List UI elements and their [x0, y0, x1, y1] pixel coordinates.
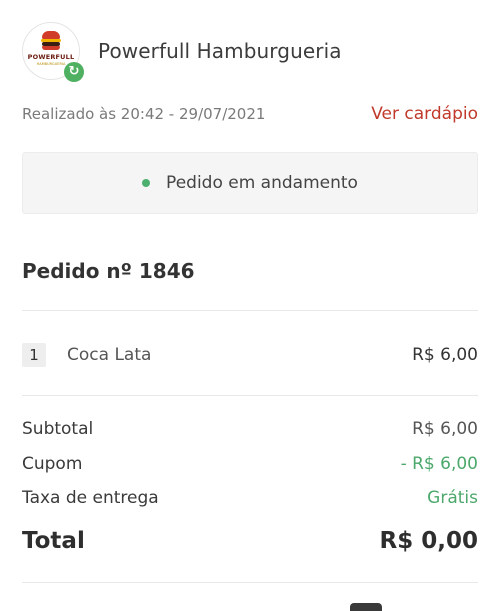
- item-price: R$ 6,00: [412, 345, 478, 365]
- refresh-icon[interactable]: ↻: [64, 62, 84, 82]
- delivery-fee-row: Taxa de entrega Grátis: [22, 488, 478, 508]
- store-logo[interactable]: POWERFULL HAMBURGUERIA ↻: [22, 22, 84, 82]
- delivery-fee-value: Grátis: [427, 488, 478, 508]
- order-status-text: Pedido em andamento: [166, 173, 358, 193]
- item-name: Coca Lata: [67, 345, 152, 365]
- bottom-button[interactable]: [350, 603, 382, 611]
- delivery-fee-label: Taxa de entrega: [22, 488, 159, 508]
- divider: [22, 582, 478, 583]
- order-status-box: Pedido em andamento: [22, 152, 478, 214]
- store-name: Powerfull Hamburgueria: [98, 39, 342, 63]
- subtotal-value: R$ 6,00: [412, 419, 478, 439]
- subtotal-label: Subtotal: [22, 419, 94, 439]
- store-header: POWERFULL HAMBURGUERIA ↻ Powerfull Hambu…: [22, 22, 342, 82]
- logo-brand-text: POWERFULL: [27, 52, 75, 61]
- view-menu-link[interactable]: Ver cardápio: [371, 104, 478, 124]
- coupon-label: Cupom: [22, 454, 83, 474]
- total-row: Total R$ 0,00: [22, 528, 478, 554]
- total-value: R$ 0,00: [379, 528, 478, 554]
- status-dot-icon: [142, 179, 151, 187]
- logo-sub-text: HAMBURGUERIA: [36, 61, 66, 66]
- item-quantity: 1: [22, 343, 46, 367]
- list-item: 1 Coca Lata R$ 6,00: [22, 341, 478, 369]
- coupon-value: - R$ 6,00: [400, 454, 478, 474]
- order-meta: Realizado às 20:42 - 29/07/2021 Ver card…: [22, 104, 478, 124]
- total-label: Total: [22, 528, 85, 554]
- divider: [22, 395, 478, 396]
- burger-icon: [40, 30, 62, 51]
- order-timestamp: Realizado às 20:42 - 29/07/2021: [22, 105, 266, 123]
- order-number-title: Pedido nº 1846: [22, 259, 195, 283]
- subtotal-row: Subtotal R$ 6,00: [22, 419, 478, 439]
- divider: [22, 310, 478, 311]
- coupon-row: Cupom - R$ 6,00: [22, 454, 478, 474]
